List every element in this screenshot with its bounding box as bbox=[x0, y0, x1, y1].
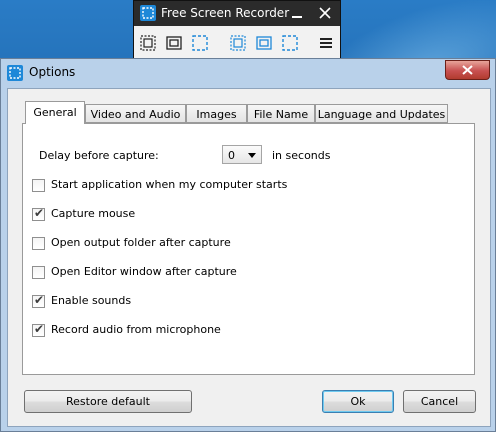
dialog-title: Options bbox=[29, 65, 76, 79]
delay-value: 0 bbox=[228, 149, 235, 162]
minimize-icon bbox=[292, 16, 302, 18]
dialog-titlebar[interactable]: Options bbox=[1, 59, 495, 87]
checkbox-label: Start application when my computer start… bbox=[51, 178, 288, 191]
checkbox-capture-mouse[interactable]: ✔ bbox=[32, 206, 45, 221]
record-fullscreen-icon[interactable] bbox=[281, 34, 299, 52]
close-icon bbox=[462, 65, 473, 75]
checkmark-icon: ✔ bbox=[34, 206, 45, 220]
tab-file-name[interactable]: File Name bbox=[247, 104, 315, 123]
dialog-close-button[interactable] bbox=[445, 60, 490, 80]
delay-label: Delay before capture: bbox=[39, 149, 159, 162]
dialog-body: General Video and Audio Images File Name… bbox=[7, 88, 491, 427]
tab-general[interactable]: General bbox=[25, 101, 85, 124]
checkbox-start-with-windows[interactable] bbox=[32, 179, 45, 192]
delay-unit-label: in seconds bbox=[272, 149, 331, 162]
checkbox-record-microphone[interactable]: ✔ bbox=[32, 322, 45, 337]
checkbox-enable-sounds[interactable]: ✔ bbox=[32, 293, 45, 308]
record-region-icon[interactable] bbox=[229, 34, 247, 52]
recorder-window: Free Screen Recorder bbox=[133, 0, 341, 60]
checkbox-label: Capture mouse bbox=[51, 207, 136, 220]
capture-fullscreen-icon[interactable] bbox=[191, 34, 209, 52]
recorder-title: Free Screen Recorder bbox=[161, 6, 290, 20]
checkbox-open-editor[interactable] bbox=[32, 266, 45, 279]
capture-window-icon[interactable] bbox=[165, 34, 183, 52]
checkmark-icon: ✔ bbox=[34, 293, 45, 307]
checkbox-label: Enable sounds bbox=[51, 294, 132, 307]
minimize-button[interactable] bbox=[288, 4, 306, 22]
chevron-down-icon bbox=[248, 153, 256, 158]
options-dialog: Options General Video and Audio Images F… bbox=[0, 58, 496, 432]
ok-button[interactable]: Ok bbox=[322, 390, 394, 413]
checkbox-label: Record audio from microphone bbox=[51, 323, 221, 336]
recorder-close-button[interactable] bbox=[316, 4, 334, 22]
close-icon bbox=[319, 7, 331, 19]
recorder-toolbar bbox=[134, 26, 340, 59]
tab-video-and-audio[interactable]: Video and Audio bbox=[85, 104, 186, 123]
recorder-titlebar[interactable]: Free Screen Recorder bbox=[134, 1, 340, 26]
checkmark-icon: ✔ bbox=[34, 322, 45, 336]
menu-icon[interactable] bbox=[317, 34, 335, 52]
cancel-button[interactable]: Cancel bbox=[403, 390, 476, 413]
tab-images[interactable]: Images bbox=[186, 104, 247, 123]
restore-default-button[interactable]: Restore default bbox=[24, 390, 192, 413]
record-window-icon[interactable] bbox=[255, 34, 273, 52]
app-logo-icon bbox=[7, 65, 23, 81]
checkbox-label: Open Editor window after capture bbox=[51, 265, 237, 278]
capture-region-icon[interactable] bbox=[139, 34, 157, 52]
app-logo-icon bbox=[140, 5, 156, 21]
checkbox-open-output-folder[interactable] bbox=[32, 237, 45, 250]
delay-select[interactable]: 0 bbox=[222, 145, 262, 164]
checkbox-label: Open output folder after capture bbox=[51, 236, 231, 249]
tab-language-and-updates[interactable]: Language and Updates bbox=[315, 104, 448, 123]
